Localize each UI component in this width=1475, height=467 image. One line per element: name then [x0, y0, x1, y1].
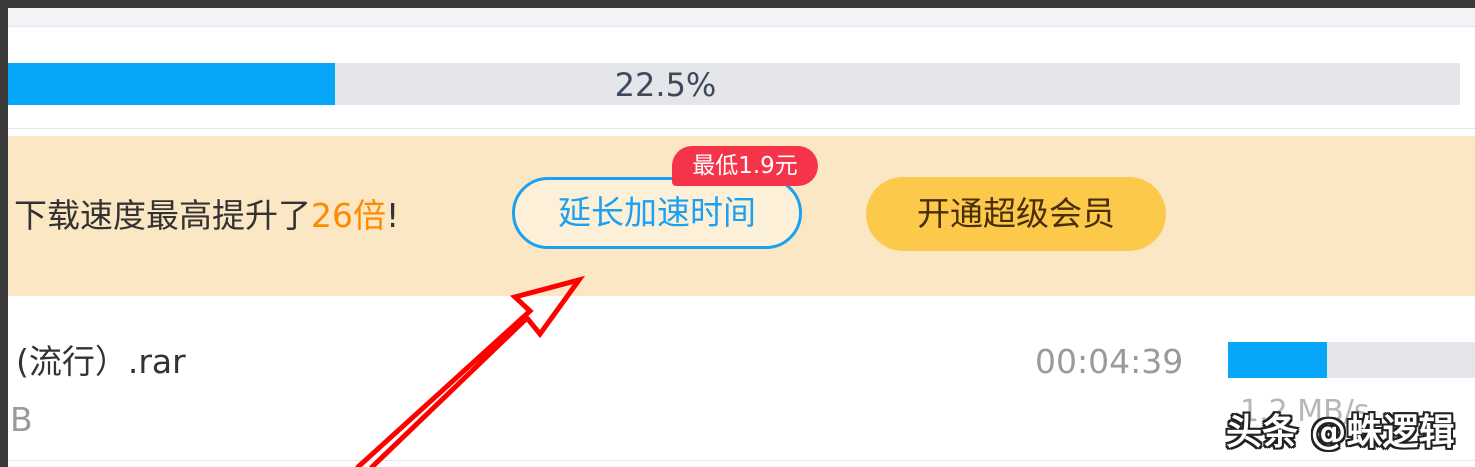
promo-text-prefix: 下载速度最高提升了 — [14, 196, 311, 235]
watermark-text: 头条 @蛛逻辑 — [1226, 412, 1455, 453]
divider — [8, 128, 1475, 129]
promo-message: 下载速度最高提升了26倍! — [14, 192, 399, 240]
promo-text-suffix: ! — [386, 196, 400, 235]
header-strip — [8, 8, 1475, 27]
total-progress-label: 22.5% — [614, 66, 717, 104]
total-progress-bar: 22.5% — [8, 63, 1460, 105]
divider — [8, 460, 1475, 461]
download-progress-bar — [1228, 342, 1475, 378]
open-super-vip-button[interactable]: 开通超级会员 — [866, 177, 1166, 251]
download-time-remaining: 00:04:39 — [1035, 342, 1184, 381]
extend-speedup-button[interactable]: 延长加速时间 — [512, 177, 802, 249]
download-file-name[interactable]: (流行）.rar — [16, 340, 186, 384]
window-frame-left — [0, 0, 8, 467]
download-file-size: B — [10, 400, 33, 439]
price-badge: 最低1.9元 — [672, 146, 818, 186]
speedup-promo-banner: 下载速度最高提升了26倍! 延长加速时间 最低1.9元 开通超级会员 — [8, 136, 1475, 296]
window-frame-top — [0, 0, 1475, 8]
download-progress-fill — [1228, 342, 1327, 378]
promo-multiplier: 26倍 — [311, 196, 386, 235]
